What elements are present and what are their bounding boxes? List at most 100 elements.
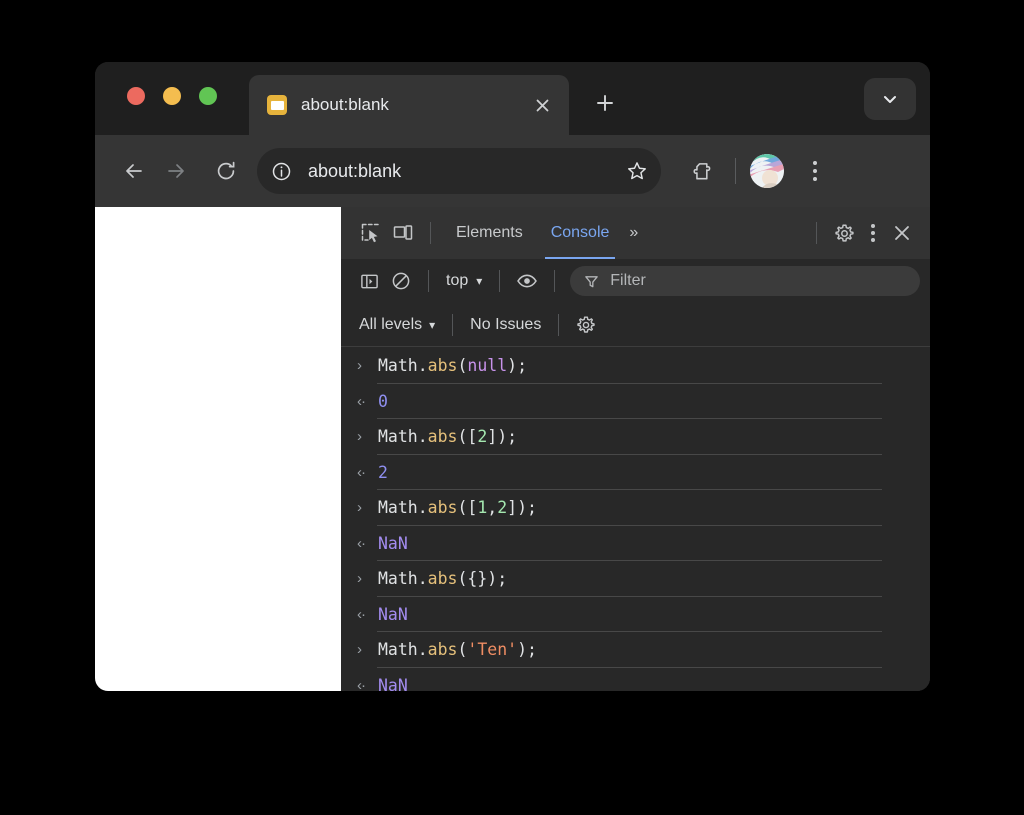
console-result: NaN [378, 676, 408, 691]
code-token: 2 [378, 462, 388, 482]
inspect-element-icon[interactable] [355, 217, 387, 249]
console-toolbar2-divider-2 [558, 313, 560, 336]
code-token: Math. [378, 569, 428, 589]
console-toolbar2-divider [452, 313, 454, 336]
arrow-right-icon[interactable] [155, 150, 197, 192]
console-toolbar-divider [428, 270, 429, 292]
default-page-icon [267, 95, 287, 115]
maximize-window-button[interactable] [199, 87, 217, 105]
window-traffic-lights [127, 87, 217, 105]
console-result: 2 [378, 463, 388, 482]
gear-icon[interactable] [570, 309, 602, 341]
console-output-row: ‹· 0 [341, 384, 930, 420]
code-token: NaN [378, 604, 408, 624]
result-arrow-icon: ‹· [357, 676, 366, 691]
toolbar-divider [735, 158, 736, 184]
kebab-menu-icon[interactable] [800, 154, 830, 188]
code-token: Math. [378, 356, 428, 376]
code-token: ({}); [457, 569, 508, 589]
browser-window: about:blank about:blank Elements Console… [95, 62, 930, 691]
code-token: Math. [378, 498, 428, 518]
close-icon[interactable] [529, 92, 555, 118]
code-token: null [467, 356, 508, 376]
result-arrow-icon: ‹· [357, 463, 366, 481]
code-token: 1 [477, 498, 488, 518]
arrow-left-icon[interactable] [113, 150, 155, 192]
console-output-row: ‹· NaN [341, 597, 930, 633]
result-arrow-icon: ‹· [357, 534, 366, 552]
devtools-tabbar-divider [430, 222, 431, 244]
code-token: 0 [378, 391, 388, 411]
console-input-row: › Math.abs([1,2]); [341, 490, 930, 526]
kebab-menu-icon[interactable] [860, 218, 886, 248]
minimize-window-button[interactable] [163, 87, 181, 105]
clear-console-icon[interactable] [385, 265, 417, 297]
console-input-row: › Math.abs('Ten'); [341, 632, 930, 668]
close-icon[interactable] [886, 217, 918, 249]
code-token: abs [427, 640, 458, 660]
eye-icon[interactable] [511, 265, 543, 297]
star-icon[interactable] [621, 155, 653, 187]
code-token: ); [507, 356, 528, 376]
console-expression: Math.abs([2]); [378, 427, 517, 446]
issues-button[interactable]: No Issues [464, 316, 547, 334]
console-output-row: ‹· NaN [341, 526, 930, 562]
execution-context-dropdown[interactable]: top ▾ [440, 272, 488, 290]
tab-console[interactable]: Console [537, 207, 624, 259]
code-token: ([ [457, 427, 478, 447]
console-input-row: › Math.abs({}); [341, 561, 930, 597]
tab-title: about:blank [301, 95, 389, 114]
devtools-tabbar: Elements Console » [341, 207, 930, 259]
tab-strip: about:blank [95, 62, 930, 135]
code-token: ]); [487, 427, 518, 447]
browser-tab[interactable]: about:blank [249, 75, 569, 135]
tab-elements[interactable]: Elements [442, 207, 537, 259]
prompt-arrow-icon: › [357, 357, 362, 375]
console-result: NaN [378, 534, 408, 553]
prompt-arrow-icon: › [357, 499, 362, 517]
address-bar[interactable]: about:blank [257, 148, 661, 194]
more-tabs-button[interactable]: » [623, 207, 644, 259]
console-expression: Math.abs('Ten'); [378, 640, 537, 659]
avatar[interactable] [750, 154, 784, 188]
code-token: ([ [457, 498, 478, 518]
filter-input[interactable]: Filter [570, 266, 920, 296]
console-input-row: › Math.abs([2]); [341, 419, 930, 455]
reload-icon[interactable] [205, 150, 247, 192]
console-result: 0 [378, 392, 388, 411]
sidebar-toggle-icon[interactable] [353, 265, 385, 297]
close-window-button[interactable] [127, 87, 145, 105]
devtools-tabbar-divider-2 [816, 222, 817, 244]
filter-funnel-icon [584, 274, 599, 289]
code-token: NaN [378, 675, 408, 691]
info-circle-icon[interactable] [266, 156, 296, 186]
puzzle-piece-icon[interactable] [683, 152, 721, 190]
code-token: , [487, 498, 498, 518]
browser-content-area: Elements Console » top ▾ Filter All leve… [95, 207, 930, 691]
code-token: abs [427, 498, 458, 518]
console-input-row: › Math.abs(null); [341, 348, 930, 384]
page-viewport [95, 207, 341, 691]
new-tab-button[interactable] [587, 85, 623, 121]
result-arrow-icon: ‹· [357, 605, 366, 623]
chevron-down-icon[interactable] [864, 78, 916, 120]
execution-context-label: top [446, 272, 469, 289]
prompt-arrow-icon: › [357, 641, 362, 659]
address-bar-url: about:blank [308, 160, 402, 181]
console-output-row: ‹· NaN [341, 668, 930, 691]
code-token: Math. [378, 640, 428, 660]
console-expression: Math.abs({}); [378, 569, 507, 588]
chevron-down-icon: ▾ [429, 317, 436, 332]
code-token: 2 [497, 498, 508, 518]
console-expression: Math.abs([1,2]); [378, 498, 537, 517]
log-levels-dropdown[interactable]: All levels ▾ [353, 316, 441, 334]
console-toolbar-divider-3 [554, 270, 556, 292]
code-token: 2 [477, 427, 488, 447]
code-token: ( [457, 356, 468, 376]
console-toolbar-secondary: All levels ▾ No Issues [341, 303, 930, 347]
console-log[interactable]: › Math.abs(null); ‹· 0 › Math.abs([2]); ‹· 2 › Ma… [341, 347, 930, 691]
code-token: ); [517, 640, 537, 660]
code-token: abs [427, 569, 458, 589]
gear-icon[interactable] [828, 217, 860, 249]
device-toggle-icon[interactable] [387, 217, 419, 249]
